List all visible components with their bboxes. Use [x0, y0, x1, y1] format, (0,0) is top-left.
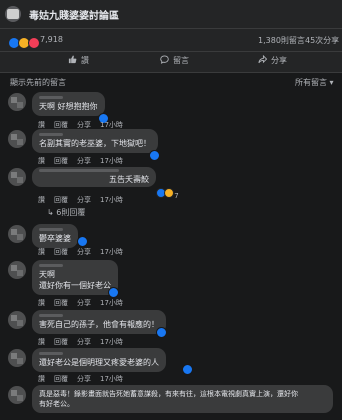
comment-text: 天啊 好想抱抱你 [39, 102, 98, 111]
group-title[interactable]: 毒姑九賤婆婆討論區 [29, 7, 119, 22]
comment-share-link[interactable]: 分享 [77, 375, 91, 383]
comment-reply-link[interactable]: 回覆 [54, 338, 68, 346]
comment-share-link[interactable]: 分享 [77, 338, 91, 346]
comment-meta: 讚 回覆 分享 17小時 [38, 337, 132, 347]
share-icon [258, 55, 267, 64]
comment-bubble: 天啊 還好你有一個好老公 [32, 260, 118, 295]
commenter-name-redacted [39, 133, 63, 136]
chevron-down-icon: ▾ [329, 78, 334, 87]
group-avatar[interactable] [5, 6, 21, 22]
commenter-name-redacted [39, 169, 119, 172]
wow-reaction-icon [164, 188, 174, 198]
reaction-summary[interactable]: 7 [156, 188, 179, 200]
comment-meta: 讚 回覆 分享 17小時 [38, 156, 132, 166]
comment-meta: 讚 回覆 分享 17小時 [38, 195, 132, 205]
commenter-name-redacted [39, 314, 63, 317]
comment-like-link[interactable]: 讚 [38, 121, 45, 129]
comment-like-link[interactable]: 讚 [38, 196, 45, 204]
comment-time[interactable]: 17小時 [100, 299, 123, 307]
commenter-name-redacted [39, 228, 63, 231]
comment-meta: 讚 回覆 分享 17小時 [38, 374, 132, 384]
comment-meta: 讚 回覆 分享 17小時 [38, 298, 132, 308]
comment-text-line1: 天啊 [39, 270, 55, 279]
comment-reply-link[interactable]: 回覆 [54, 299, 68, 307]
comment-like-link[interactable]: 讚 [38, 157, 45, 165]
share-count[interactable]: 45次分享 [305, 35, 339, 46]
commenter-avatar[interactable] [8, 261, 26, 279]
comment-text: 名副其實的老巫婆，下地獄吧！ [39, 139, 151, 148]
comment-bubble: 害死自己的孫子，他會有報應的！ [32, 310, 166, 334]
comment-text: 害死自己的孫子，他會有報應的！ [39, 320, 159, 329]
comment-share-link[interactable]: 分享 [77, 121, 91, 129]
sort-label: 所有留言 [295, 78, 327, 87]
comment-reply-link[interactable]: 回覆 [54, 196, 68, 204]
comment-text: 還好老公是個明理又疼愛老婆的人 [39, 358, 159, 367]
comment-time[interactable]: 17小時 [100, 121, 123, 129]
comment-bubble: 名副其實的老巫婆，下地獄吧！ [32, 129, 158, 153]
reaction-count[interactable]: 7,918 [40, 35, 63, 44]
comment-meta: 讚 回覆 分享 17小時 [38, 247, 132, 257]
commenter-avatar[interactable] [8, 168, 26, 186]
like-reaction-icon[interactable] [77, 236, 88, 247]
comment-count[interactable]: 1,380則留言 [258, 35, 305, 46]
comment-like-link[interactable]: 讚 [38, 248, 45, 256]
view-replies-link[interactable]: ↳ 6則回覆 [47, 207, 85, 218]
comment-text-line1: 真是惡毒！錄影畫面就告死她蓄意謀殺，有來有往，這根本電視劇真實上演，還好你 [39, 390, 298, 398]
like-button[interactable]: 讚 [68, 55, 89, 66]
commenter-name-redacted [39, 352, 63, 355]
comment-sort-dropdown[interactable]: 所有留言 ▾ [295, 77, 334, 88]
comment-bubble: 真是惡毒！錄影畫面就告死她蓄意謀殺，有來有往，這根本電視劇真實上演，還好你 有好… [32, 385, 333, 413]
comment-reply-link[interactable]: 回覆 [54, 375, 68, 383]
comment-time[interactable]: 17小時 [100, 196, 123, 204]
share-label: 分享 [271, 56, 287, 65]
comment-time[interactable]: 17小時 [100, 157, 123, 165]
comment-text: 鬱卒婆婆 [39, 234, 71, 243]
view-previous-comments[interactable]: 顯示先前的留言 [10, 77, 66, 88]
reaction-count: 7 [174, 192, 179, 200]
comment-like-link[interactable]: 讚 [38, 375, 45, 383]
like-label: 讚 [81, 56, 89, 65]
like-reaction-icon[interactable] [149, 150, 160, 161]
comment-reply-link[interactable]: 回覆 [54, 157, 68, 165]
thumbs-up-icon [68, 55, 77, 64]
comment-time[interactable]: 17小時 [100, 338, 123, 346]
commenter-avatar[interactable] [8, 225, 26, 243]
comment-share-link[interactable]: 分享 [77, 248, 91, 256]
comment-like-link[interactable]: 讚 [38, 338, 45, 346]
comment-time[interactable]: 17小時 [100, 375, 123, 383]
like-reaction-icon[interactable] [182, 364, 193, 375]
reply-arrow-icon: ↳ [47, 208, 54, 217]
comment-like-link[interactable]: 讚 [38, 299, 45, 307]
like-reaction-icon[interactable] [108, 287, 119, 298]
comment-button[interactable]: 留言 [160, 55, 189, 66]
comment-bubble: 還好老公是個明理又疼愛老婆的人 [32, 348, 166, 372]
like-reaction-icon[interactable] [156, 327, 167, 338]
commenter-avatar[interactable] [8, 386, 26, 404]
love-reaction-icon [28, 37, 40, 49]
share-button[interactable]: 分享 [258, 55, 287, 66]
comment-reply-link[interactable]: 回覆 [54, 121, 68, 129]
comment-text-line2: 有好老公。 [39, 400, 74, 408]
commenter-avatar[interactable] [8, 311, 26, 329]
reaction-icons[interactable] [8, 34, 40, 49]
comment-share-link[interactable]: 分享 [77, 157, 91, 165]
commenter-name-redacted [39, 264, 63, 267]
comment-share-link[interactable]: 分享 [77, 299, 91, 307]
comment-text-line2: 還好你有一個好老公 [39, 281, 111, 290]
comment-bubble: 五告夭壽鮫 [32, 167, 156, 187]
comment-label: 留言 [173, 56, 189, 65]
comment-bubble: 鬱卒婆婆 [32, 224, 78, 248]
comment-share-link[interactable]: 分享 [77, 196, 91, 204]
commenter-avatar[interactable] [8, 93, 26, 111]
replies-label: 6則回覆 [56, 208, 86, 217]
commenter-avatar[interactable] [8, 130, 26, 148]
comment-reply-link[interactable]: 回覆 [54, 248, 68, 256]
comment-text: 五告夭壽鮫 [109, 175, 149, 184]
commenter-avatar[interactable] [8, 349, 26, 367]
comment-icon [160, 55, 169, 64]
comment-time[interactable]: 17小時 [100, 248, 123, 256]
commenter-name-redacted [39, 96, 63, 99]
comment-bubble: 天啊 好想抱抱你 [32, 92, 105, 116]
